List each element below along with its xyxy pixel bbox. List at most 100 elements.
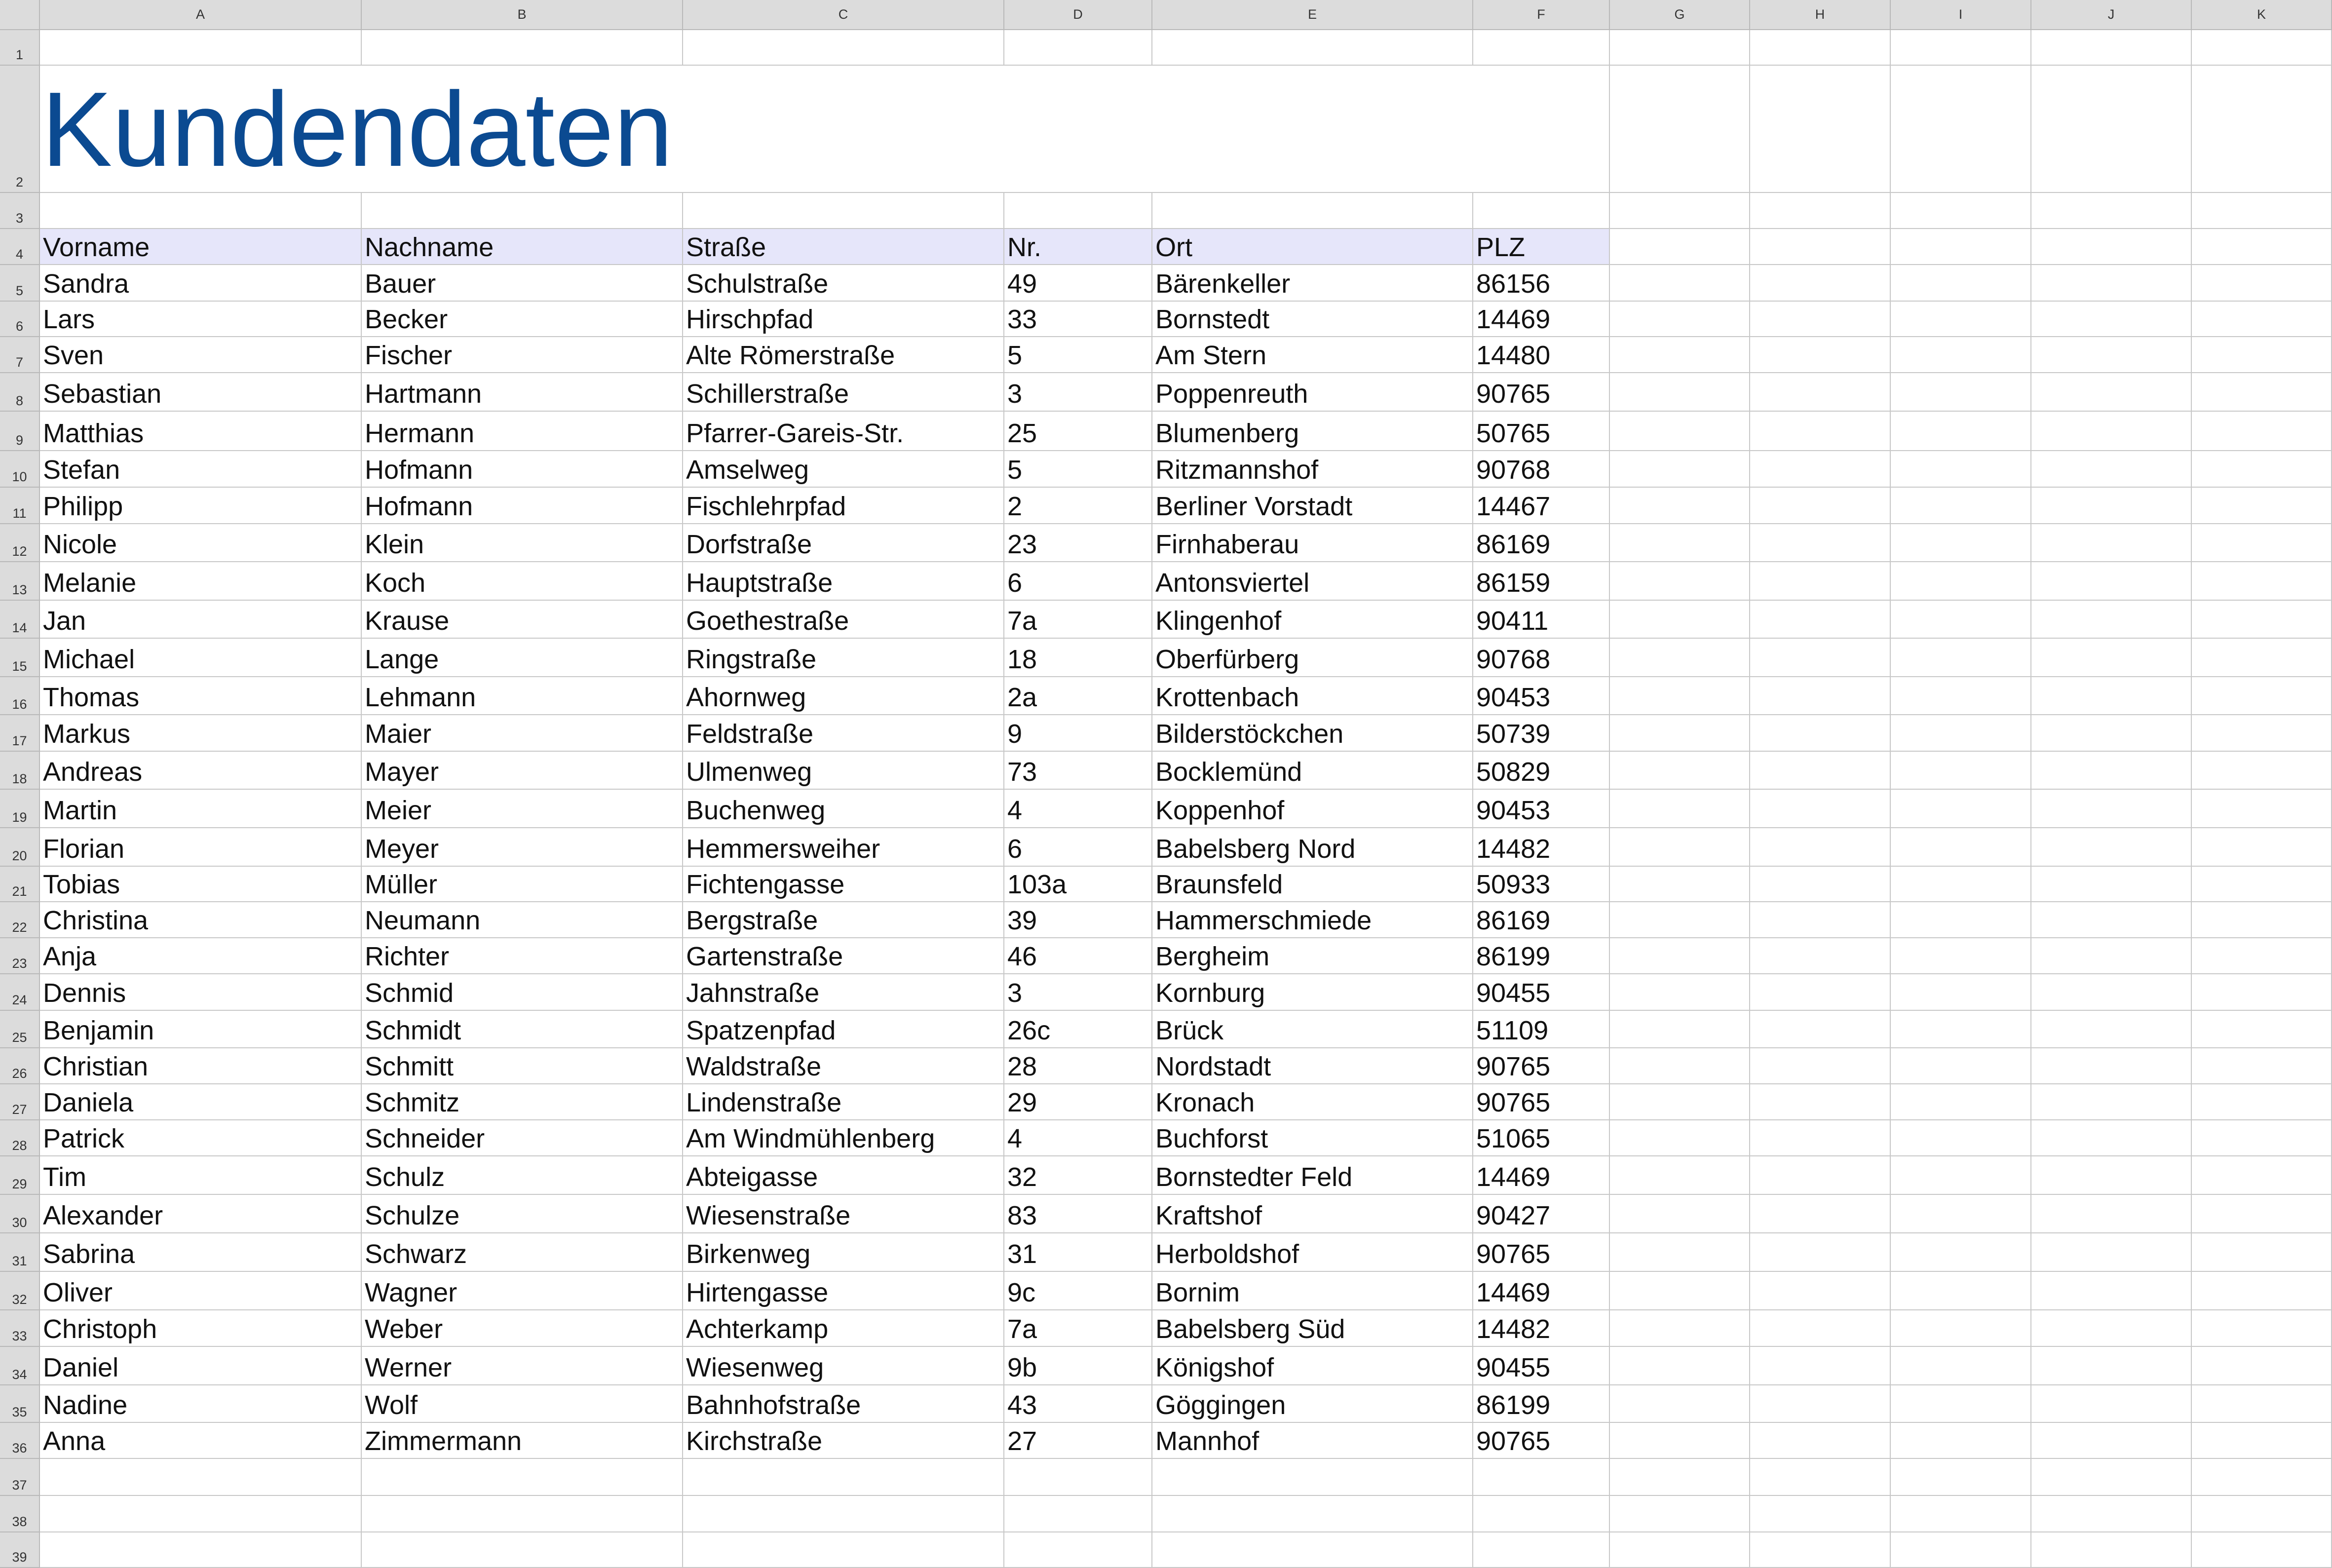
cell-j39[interactable] xyxy=(2031,1532,2192,1568)
cell-d6[interactable]: 33 xyxy=(1004,302,1152,337)
cell-j14[interactable] xyxy=(2031,601,2192,639)
cell-b23[interactable]: Richter xyxy=(362,938,683,974)
cell-c9[interactable]: Pfarrer-Gareis-Str. xyxy=(683,412,1004,451)
cell-d15[interactable]: 18 xyxy=(1004,639,1152,677)
cell-j5[interactable] xyxy=(2031,265,2192,302)
cell-e17[interactable]: Bilderstöckchen xyxy=(1152,715,1473,752)
cell-j38[interactable] xyxy=(2031,1496,2192,1532)
cell-f26[interactable]: 90765 xyxy=(1473,1048,1610,1084)
cell-h8[interactable] xyxy=(1750,373,1891,412)
row-header-27[interactable]: 27 xyxy=(0,1084,40,1120)
cell-d18[interactable]: 73 xyxy=(1004,752,1152,790)
cell-k16[interactable] xyxy=(2192,677,2332,715)
cell-g12[interactable] xyxy=(1610,524,1750,562)
cell-e31[interactable]: Herboldshof xyxy=(1152,1233,1473,1272)
cell-i24[interactable] xyxy=(1891,974,2031,1011)
cell-b31[interactable]: Schwarz xyxy=(362,1233,683,1272)
cell-a39[interactable] xyxy=(40,1532,362,1568)
cell-h9[interactable] xyxy=(1750,412,1891,451)
cell-g4[interactable] xyxy=(1610,229,1750,265)
row-header-24[interactable]: 24 xyxy=(0,974,40,1011)
cell-a9[interactable]: Matthias xyxy=(40,412,362,451)
cell-b14[interactable]: Krause xyxy=(362,601,683,639)
cell-h12[interactable] xyxy=(1750,524,1891,562)
cell-h2[interactable] xyxy=(1750,66,1891,193)
row-header-36[interactable]: 36 xyxy=(0,1423,40,1459)
cell-c13[interactable]: Hauptstraße xyxy=(683,562,1004,601)
cell-f37[interactable] xyxy=(1473,1459,1610,1496)
row-header-18[interactable]: 18 xyxy=(0,752,40,790)
cell-a5[interactable]: Sandra xyxy=(40,265,362,302)
cell-i13[interactable] xyxy=(1891,562,2031,601)
cell-i19[interactable] xyxy=(1891,790,2031,828)
cell-g13[interactable] xyxy=(1610,562,1750,601)
cell-b20[interactable]: Meyer xyxy=(362,828,683,867)
row-header-29[interactable]: 29 xyxy=(0,1156,40,1195)
cell-c24[interactable]: Jahnstraße xyxy=(683,974,1004,1011)
cell-c22[interactable]: Bergstraße xyxy=(683,902,1004,938)
cell-e21[interactable]: Braunsfeld xyxy=(1152,867,1473,902)
cell-g16[interactable] xyxy=(1610,677,1750,715)
row-header-8[interactable]: 8 xyxy=(0,373,40,412)
row-header-13[interactable]: 13 xyxy=(0,562,40,601)
cell-h17[interactable] xyxy=(1750,715,1891,752)
row-header-17[interactable]: 17 xyxy=(0,715,40,752)
column-header-c[interactable]: C xyxy=(683,0,1004,30)
cell-a31[interactable]: Sabrina xyxy=(40,1233,362,1272)
cell-i38[interactable] xyxy=(1891,1496,2031,1532)
row-header-10[interactable]: 10 xyxy=(0,451,40,488)
cell-c25[interactable]: Spatzenpfad xyxy=(683,1011,1004,1048)
cell-j26[interactable] xyxy=(2031,1048,2192,1084)
cell-d19[interactable]: 4 xyxy=(1004,790,1152,828)
cell-d29[interactable]: 32 xyxy=(1004,1156,1152,1195)
cell-k32[interactable] xyxy=(2192,1272,2332,1310)
cell-g6[interactable] xyxy=(1610,302,1750,337)
cell-e9[interactable]: Blumenberg xyxy=(1152,412,1473,451)
cell-d23[interactable]: 46 xyxy=(1004,938,1152,974)
row-header-9[interactable]: 9 xyxy=(0,412,40,451)
cell-g35[interactable] xyxy=(1610,1385,1750,1423)
cell-c17[interactable]: Feldstraße xyxy=(683,715,1004,752)
cell-h21[interactable] xyxy=(1750,867,1891,902)
cell-c26[interactable]: Waldstraße xyxy=(683,1048,1004,1084)
cell-c29[interactable]: Abteigasse xyxy=(683,1156,1004,1195)
cell-f20[interactable]: 14482 xyxy=(1473,828,1610,867)
cell-k13[interactable] xyxy=(2192,562,2332,601)
row-header-31[interactable]: 31 xyxy=(0,1233,40,1272)
cell-d8[interactable]: 3 xyxy=(1004,373,1152,412)
cell-h31[interactable] xyxy=(1750,1233,1891,1272)
cell-i4[interactable] xyxy=(1891,229,2031,265)
cell-c21[interactable]: Fichtengasse xyxy=(683,867,1004,902)
cell-i9[interactable] xyxy=(1891,412,2031,451)
cell-d26[interactable]: 28 xyxy=(1004,1048,1152,1084)
cell-i10[interactable] xyxy=(1891,451,2031,488)
cell-f23[interactable]: 86199 xyxy=(1473,938,1610,974)
cell-f21[interactable]: 50933 xyxy=(1473,867,1610,902)
cell-d28[interactable]: 4 xyxy=(1004,1120,1152,1156)
cell-d10[interactable]: 5 xyxy=(1004,451,1152,488)
cell-d11[interactable]: 2 xyxy=(1004,488,1152,524)
cell-j9[interactable] xyxy=(2031,412,2192,451)
cell-b18[interactable]: Mayer xyxy=(362,752,683,790)
column-header-k[interactable]: K xyxy=(2192,0,2332,30)
column-header-f[interactable]: F xyxy=(1473,0,1610,30)
cell-i37[interactable] xyxy=(1891,1459,2031,1496)
cell-h33[interactable] xyxy=(1750,1310,1891,1347)
cell-j8[interactable] xyxy=(2031,373,2192,412)
cell-b27[interactable]: Schmitz xyxy=(362,1084,683,1120)
cell-g27[interactable] xyxy=(1610,1084,1750,1120)
cell-a35[interactable]: Nadine xyxy=(40,1385,362,1423)
cell-d25[interactable]: 26c xyxy=(1004,1011,1152,1048)
cell-c23[interactable]: Gartenstraße xyxy=(683,938,1004,974)
cell-k23[interactable] xyxy=(2192,938,2332,974)
header-cell-b[interactable]: Nachname xyxy=(362,229,683,265)
cell-f17[interactable]: 50739 xyxy=(1473,715,1610,752)
cell-j16[interactable] xyxy=(2031,677,2192,715)
cell-g10[interactable] xyxy=(1610,451,1750,488)
cell-c39[interactable] xyxy=(683,1532,1004,1568)
column-header-d[interactable]: D xyxy=(1004,0,1152,30)
cell-k22[interactable] xyxy=(2192,902,2332,938)
cell-k36[interactable] xyxy=(2192,1423,2332,1459)
cell-k20[interactable] xyxy=(2192,828,2332,867)
cell-h35[interactable] xyxy=(1750,1385,1891,1423)
